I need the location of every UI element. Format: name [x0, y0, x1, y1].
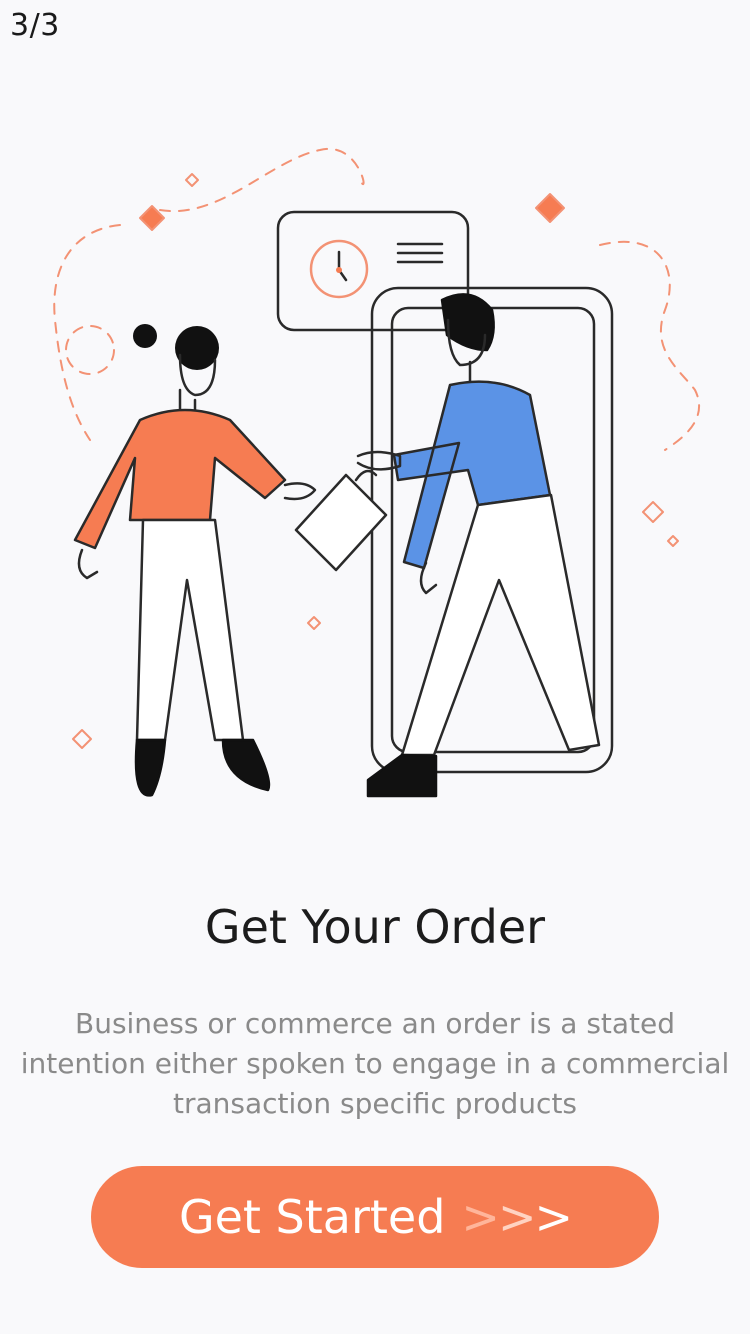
courier-figure: [356, 293, 601, 798]
chevron-right-icon: >: [497, 1190, 537, 1244]
get-started-button[interactable]: Get Started >>>: [91, 1166, 659, 1268]
chevron-right-icon: >: [461, 1190, 500, 1244]
triple-chevron-right-icon: >>>: [461, 1190, 574, 1244]
customer-figure: [73, 324, 317, 797]
get-started-label: Get Started: [178, 1190, 446, 1244]
chevron-right-icon: >: [534, 1190, 574, 1244]
delivery-illustration: [53, 147, 701, 798]
description-line: transaction specific products: [172, 1087, 578, 1120]
page-indicator: 3/3: [10, 8, 60, 43]
onboarding-title: Get Your Order: [204, 900, 546, 954]
onboarding-screen: 3/3 Get Your Order Business or commerce …: [0, 0, 750, 1334]
description-line: Business or commerce an order is a state…: [74, 1007, 676, 1040]
onboarding-description: Business or commerce an order is a state…: [0, 1004, 750, 1124]
description-line: intention either spoken to engage in a c…: [20, 1047, 730, 1080]
